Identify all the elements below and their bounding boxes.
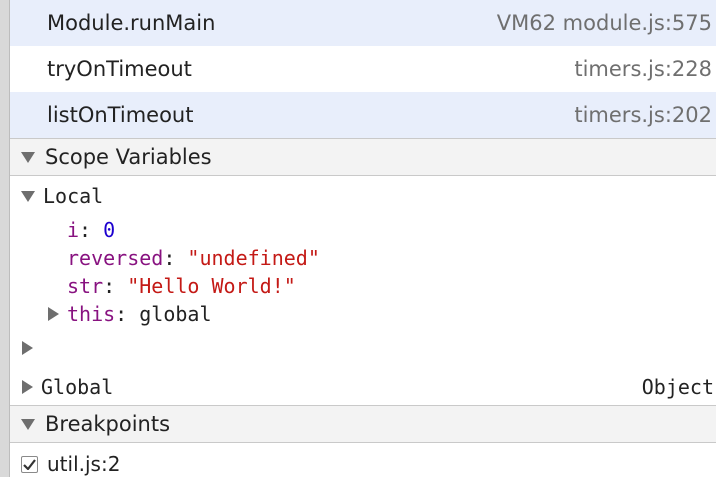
colon-separator: : — [163, 246, 188, 270]
call-frame-function: Module.runMain — [47, 11, 216, 35]
left-gutter — [0, 0, 10, 477]
variable-name: reversed — [67, 246, 164, 270]
expand-triangle-down-icon — [21, 418, 35, 430]
collapse-triangle-right-icon[interactable] — [48, 307, 59, 321]
breakpoints-header[interactable]: Breakpoints — [10, 405, 716, 443]
variable-i[interactable]: i: 0 — [67, 217, 115, 243]
call-frame-listontimeout[interactable]: listOnTimeout timers.js:202 — [10, 92, 716, 138]
expand-triangle-down-icon — [21, 151, 35, 163]
scope-variables-title: Scope Variables — [45, 145, 212, 169]
variable-name: str — [67, 274, 104, 298]
expand-triangle-down-icon — [21, 190, 35, 202]
debugger-sidebar: Module.runMain VM62 module.js:575 tryOnT… — [10, 0, 716, 477]
variable-name: i — [67, 218, 80, 242]
scope-global-type: Object — [641, 375, 714, 399]
colon-separator: : — [103, 274, 128, 298]
variable-value: "undefined" — [187, 246, 320, 270]
scope-local-label: Local — [43, 184, 104, 208]
call-frame-location[interactable]: timers.js:228 — [574, 57, 712, 81]
variable-reversed[interactable]: reversed: "undefined" — [67, 245, 320, 271]
variable-str[interactable]: str: "Hello World!" — [67, 273, 296, 299]
checkmark-icon — [23, 458, 36, 470]
breakpoints-title: Breakpoints — [45, 412, 171, 436]
call-frame-location[interactable]: timers.js:202 — [574, 103, 712, 127]
collapse-triangle-right-icon — [22, 380, 33, 394]
scope-variables-header[interactable]: Scope Variables — [10, 138, 716, 176]
call-frame-location[interactable]: VM62 module.js:575 — [497, 11, 712, 35]
variable-value: global — [139, 302, 212, 326]
call-frame-module-runmain[interactable]: Module.runMain VM62 module.js:575 — [10, 0, 716, 46]
variable-value: 0 — [103, 218, 116, 242]
call-frame-function: tryOnTimeout — [47, 57, 192, 81]
breakpoint-item[interactable]: util.js:2 — [10, 451, 120, 477]
colon-separator: : — [115, 302, 140, 326]
scope-global-label: Global — [41, 375, 114, 399]
breakpoint-label: util.js:2 — [47, 452, 121, 476]
collapse-triangle-right-icon — [22, 341, 33, 355]
variable-this[interactable]: this: global — [48, 301, 212, 327]
colon-separator: : — [79, 218, 104, 242]
breakpoint-checkbox[interactable] — [21, 455, 38, 473]
variable-value: "Hello World!" — [127, 274, 296, 298]
scope-closure-toggle[interactable] — [22, 335, 33, 361]
scope-global-toggle[interactable]: Global Object — [22, 374, 714, 400]
call-frame-tryontimeout[interactable]: tryOnTimeout timers.js:228 — [10, 46, 716, 92]
scope-local-toggle[interactable]: Local — [10, 183, 103, 209]
variable-name: this — [67, 302, 116, 326]
call-frame-function: listOnTimeout — [47, 103, 194, 127]
